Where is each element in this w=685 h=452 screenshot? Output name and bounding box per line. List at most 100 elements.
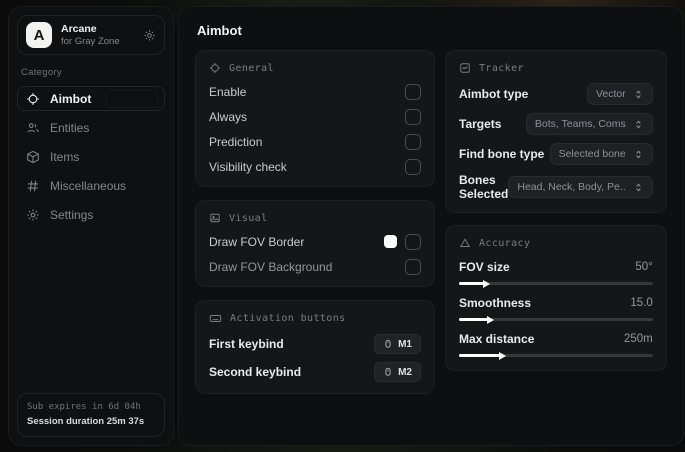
color-swatch[interactable] [384, 235, 397, 248]
setting-label: Targets [459, 117, 502, 131]
setting-row-targets: Targets Bots, Teams, Coms [459, 113, 653, 135]
sidebar-item-settings[interactable]: Settings [17, 202, 165, 227]
sidebar-item-label: Miscellaneous [50, 178, 127, 193]
setting-label: Smoothness [459, 296, 532, 310]
first-keybind-button[interactable]: M1 [374, 334, 421, 354]
section-header: General [229, 62, 274, 74]
sub-expiry-text: Sub expires in 6d 04h [27, 402, 141, 413]
chevrons-up-down-icon [633, 119, 644, 130]
activation-buttons-card: Activation buttons First keybind M1 Seco… [195, 300, 435, 394]
setting-row-first-keybind: First keybind M1 [209, 334, 421, 354]
chevrons-up-down-icon [633, 149, 644, 160]
setting-label: First keybind [209, 337, 284, 351]
chevrons-up-down-icon [633, 89, 644, 100]
category-label: Category [21, 67, 62, 78]
mouse-icon [383, 366, 393, 378]
enable-checkbox[interactable] [405, 83, 421, 100]
slider-thumb[interactable] [487, 315, 495, 324]
section-header: Accuracy [479, 237, 531, 249]
bones-selected-select[interactable]: Head, Neck, Body, Pe.. [508, 176, 653, 198]
setting-row-aimbot-type: Aimbot type Vector [459, 83, 653, 105]
prediction-checkbox[interactable] [405, 133, 421, 150]
slider-fill [459, 282, 485, 285]
setting-label: Find bone type [459, 147, 545, 161]
sidebar-item-aimbot[interactable]: Aimbot [17, 86, 165, 111]
keyboard-icon [209, 312, 222, 325]
general-card: General Enable Always Prediction Visibil… [195, 50, 435, 187]
app-logo: A [26, 22, 52, 48]
sidebar: A Arcane for Gray Zone Category Aimbot E… [8, 6, 174, 446]
setting-row-second-keybind: Second keybind M2 [209, 362, 421, 382]
app-subtitle: for Gray Zone [61, 35, 120, 47]
setting-label: FOV size [459, 260, 510, 274]
image-icon [209, 212, 221, 224]
slider-row-smoothness: Smoothness 15.0 [459, 296, 653, 324]
select-value: Bots, Teams, Coms [534, 118, 626, 130]
targets-select[interactable]: Bots, Teams, Coms [525, 113, 653, 135]
select-value: Selected bone [558, 148, 626, 160]
users-icon [26, 121, 40, 135]
setting-label: Max distance [459, 332, 535, 346]
app-brand-card: A Arcane for Gray Zone [17, 15, 165, 55]
aimbot-type-select[interactable]: Vector [586, 83, 653, 105]
crosshair-icon [26, 92, 40, 106]
setting-row-draw-fov-background: Draw FOV Background [209, 258, 421, 275]
subscription-info: Sub expires in 6d 04h Session duration 2… [17, 393, 165, 437]
visual-card: Visual Draw FOV Border Draw FOV Backgrou… [195, 200, 435, 287]
setting-row-always: Always [209, 108, 421, 125]
gear-icon [26, 208, 40, 222]
hash-icon [26, 179, 40, 193]
slider-row-fov-size: FOV size 50° [459, 260, 653, 288]
watermark-ghost [106, 90, 158, 108]
sidebar-nav: Aimbot Entities Items Miscellaneous Sett… [17, 86, 165, 227]
setting-label: Enable [209, 84, 247, 99]
setting-label: Visibility check [209, 159, 287, 174]
triangle-icon [459, 237, 471, 249]
accuracy-card: Accuracy FOV size 50° Smoothness 15.0 Ma… [445, 225, 667, 371]
sidebar-item-items[interactable]: Items [17, 144, 165, 169]
visibility-check-checkbox[interactable] [405, 158, 421, 175]
main-panel: Aimbot General Enable Always Prediction … [178, 6, 684, 446]
fov-size-slider[interactable] [459, 279, 653, 288]
setting-label: Second keybind [209, 365, 302, 379]
page-title: Aimbot [197, 23, 242, 38]
slider-row-max-distance: Max distance 250m [459, 332, 653, 360]
sidebar-item-entities[interactable]: Entities [17, 115, 165, 140]
always-checkbox[interactable] [405, 108, 421, 125]
tracker-card: Tracker Aimbot type Vector Targets Bots,… [445, 50, 667, 213]
gear-icon[interactable] [143, 29, 156, 42]
setting-label: Draw FOV Background [209, 259, 333, 274]
sidebar-item-label: Entities [50, 120, 90, 135]
session-duration-text: Session duration 25m 37s [27, 415, 145, 427]
select-value: Vector [595, 88, 626, 100]
find-bone-type-select[interactable]: Selected bone [549, 143, 653, 165]
slider-thumb[interactable] [498, 351, 506, 360]
draw-fov-border-checkbox[interactable] [405, 233, 421, 250]
activity-icon [459, 62, 471, 74]
sidebar-item-label: Aimbot [50, 91, 92, 106]
sidebar-item-label: Settings [50, 207, 94, 222]
keybind-value: M2 [398, 366, 412, 378]
setting-label: Draw FOV Border [209, 234, 305, 249]
setting-label: Bones Selected [459, 173, 509, 201]
package-icon [26, 150, 40, 164]
max-distance-slider[interactable] [459, 351, 653, 360]
setting-row-prediction: Prediction [209, 133, 421, 150]
second-keybind-button[interactable]: M2 [374, 362, 421, 382]
smoothness-slider[interactable] [459, 315, 653, 324]
sidebar-item-miscellaneous[interactable]: Miscellaneous [17, 173, 165, 198]
slider-value: 250m [623, 333, 653, 345]
slider-value: 50° [635, 261, 653, 273]
section-header: Tracker [479, 62, 524, 74]
setting-label: Aimbot type [459, 87, 529, 101]
draw-fov-background-checkbox[interactable] [405, 258, 421, 275]
setting-row-draw-fov-border: Draw FOV Border [209, 233, 421, 250]
setting-row-visibility-check: Visibility check [209, 158, 421, 175]
crosshair-icon [209, 62, 221, 74]
setting-label: Prediction [209, 134, 263, 149]
slider-fill [459, 354, 500, 357]
setting-row-find-bone-type: Find bone type Selected bone [459, 143, 653, 165]
sidebar-item-label: Items [50, 149, 80, 164]
slider-thumb[interactable] [483, 279, 491, 288]
select-value: Head, Neck, Body, Pe.. [517, 181, 626, 193]
